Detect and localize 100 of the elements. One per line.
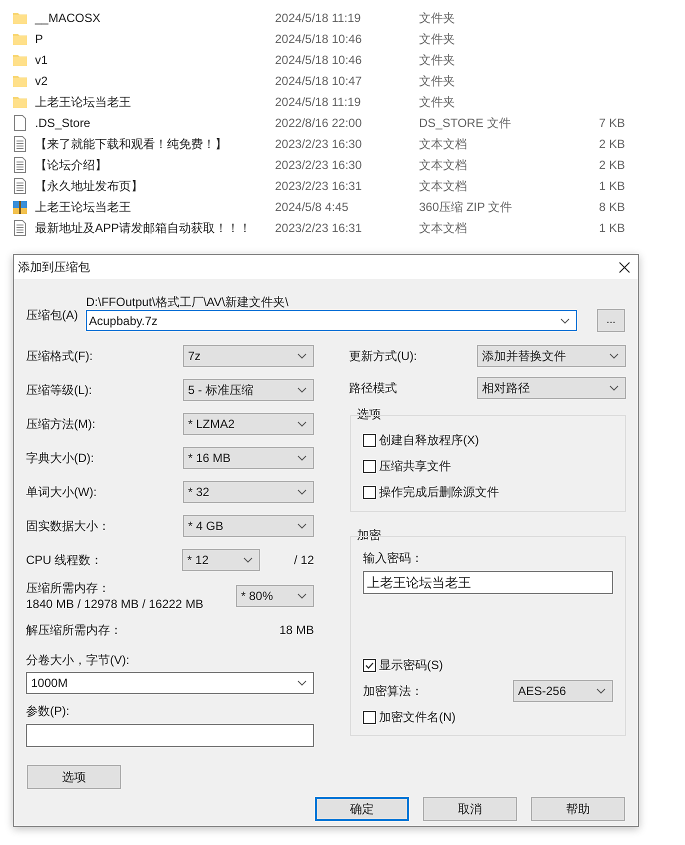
text-file-icon [13,178,27,194]
setting-label: 压缩方法(M): [26,416,96,433]
dropdown[interactable]: * 80% [236,585,314,607]
memory-detail: 1840 MB / 12978 MB / 16222 MB [26,596,204,612]
file-name: P [35,30,44,48]
threads-total: / 12 [294,552,314,569]
file-size: 2 KB [598,156,625,174]
chevron-icon [297,680,307,686]
checkbox-label: 加密文件名(N) [379,709,456,726]
file-type: 文件夹 [419,52,456,68]
setting-label: 单词大小(W): [26,484,97,501]
window-title: 添加到压缩包 [18,259,90,276]
file-date: 2024/5/18 10:46 [275,30,363,48]
file-type: 文件夹 [419,94,456,110]
chevron-icon [297,593,307,599]
dropdown[interactable]: 1000M [26,672,314,694]
encryption-method-label: 加密算法： [363,683,423,700]
file-date: 2024/5/18 10:47 [275,72,363,90]
close-icon[interactable] [619,262,630,272]
checkbox[interactable] [363,460,376,472]
file-size: 1 KB [598,178,625,194]
file-date: 2024/5/18 11:19 [275,94,362,110]
dialog-button[interactable]: 帮助 [531,797,625,821]
setting-label: 字典大小(D): [26,450,94,467]
file-date: 2023/2/23 16:30 [275,136,363,152]
checkbox-label: 操作完成后删除源文件 [379,484,499,501]
browse-button[interactable]: ... [597,309,625,332]
chevron-icon [297,421,307,427]
checkbox-label: 显示密码(S) [379,657,443,674]
dropdown[interactable]: * 16 MB [183,447,314,469]
password-field[interactable]: 上老王论坛当老王 [363,571,613,594]
chevron-icon [297,455,307,461]
dialog-button[interactable]: 确定 [315,797,409,821]
dialog-button[interactable]: 取消 [423,797,517,821]
text-file-icon [13,156,27,172]
path-mode-label: 路径模式 [349,380,397,397]
dropdown[interactable]: 5 - 标准压缩 [183,379,314,401]
file-type: 文本文档 [419,156,468,174]
file-date: 2023/2/23 16:31 [275,178,363,194]
file-type: 文件夹 [419,30,456,48]
file-name: 最新地址及APP请发邮箱自动获取！！！ [35,220,252,236]
file-size: 1 KB [598,220,625,236]
checkbox-label: 压缩共享文件 [379,458,451,475]
chevron-icon [297,353,307,359]
file-name: .DS_Store [35,114,92,132]
checkbox[interactable] [363,710,376,724]
archive-name-field[interactable]: Acupbaby.7z [86,310,577,331]
decompress-memory-label: 解压缩所需内存： [26,622,122,639]
dropdown[interactable]: AES-256 [513,680,613,702]
parameters-field[interactable] [26,724,314,747]
file-date: 2023/2/23 16:31 [275,220,363,236]
checkbox[interactable] [363,658,376,672]
checkbox[interactable] [363,434,376,446]
chevron-icon [297,523,307,529]
volume-label: 分卷大小，字节(V): [26,652,130,669]
update-mode-label: 更新方式(U): [349,348,417,365]
folder-icon [12,10,28,24]
chevron-icon [297,489,307,495]
dropdown[interactable]: * 12 [182,549,260,571]
archive-icon [12,198,28,214]
text-file-icon [13,220,27,236]
checkbox[interactable] [363,486,376,498]
threads-label: CPU 线程数： [26,552,104,569]
folder-icon [12,52,28,66]
chevron-icon [609,385,619,391]
file-date: 2024/5/8 4:45 [275,198,350,216]
folder-icon [12,74,28,88]
archive-label: 压缩包(A) [26,307,79,324]
chevron-icon [560,318,570,324]
dropdown[interactable]: 添加并替换文件 [477,345,626,367]
options-button[interactable]: 选项 [27,765,121,789]
file-name: 【论坛介绍】 [35,156,108,174]
file-date: 2022/8/16 22:00 [275,114,363,132]
file-date: 2024/5/18 11:19 [275,10,362,26]
file-type: 文本文档 [419,136,468,152]
file-type: 360压缩 ZIP 文件 [419,198,514,216]
chevron-icon [609,353,619,359]
setting-label: 压缩等级(L): [26,382,92,399]
file-name: 【来了就能下载和观看！纯免费！】 [35,136,228,152]
file-size: 2 KB [598,136,625,152]
dropdown[interactable]: * 32 [183,481,314,503]
file-type: 文件夹 [419,10,456,26]
chevron-icon [242,557,253,563]
parameters-label: 参数(P): [26,703,70,720]
file-name: 上老王论坛当老王 [35,198,132,216]
dropdown[interactable]: 7z [183,345,314,367]
dropdown[interactable]: * LZMA2 [183,413,314,435]
memory-label: 压缩所需内存： [26,580,111,596]
file-size: 7 KB [598,114,625,132]
dropdown[interactable]: 相对路径 [477,377,626,399]
archive-path: D:\FFOutput\格式工厂\AV\新建文件夹\ [86,294,290,310]
file-name: 【永久地址发布页】 [35,178,144,194]
folder-icon [12,94,28,108]
decompress-memory-value: 18 MB [279,622,314,639]
file-type: 文件夹 [419,72,456,90]
file-type: DS_STORE 文件 [419,114,512,132]
password-label: 输入密码： [363,550,424,567]
dropdown[interactable]: * 4 GB [183,515,314,537]
text-file-icon [13,136,27,152]
file-name: 上老王论坛当老王 [35,94,132,110]
